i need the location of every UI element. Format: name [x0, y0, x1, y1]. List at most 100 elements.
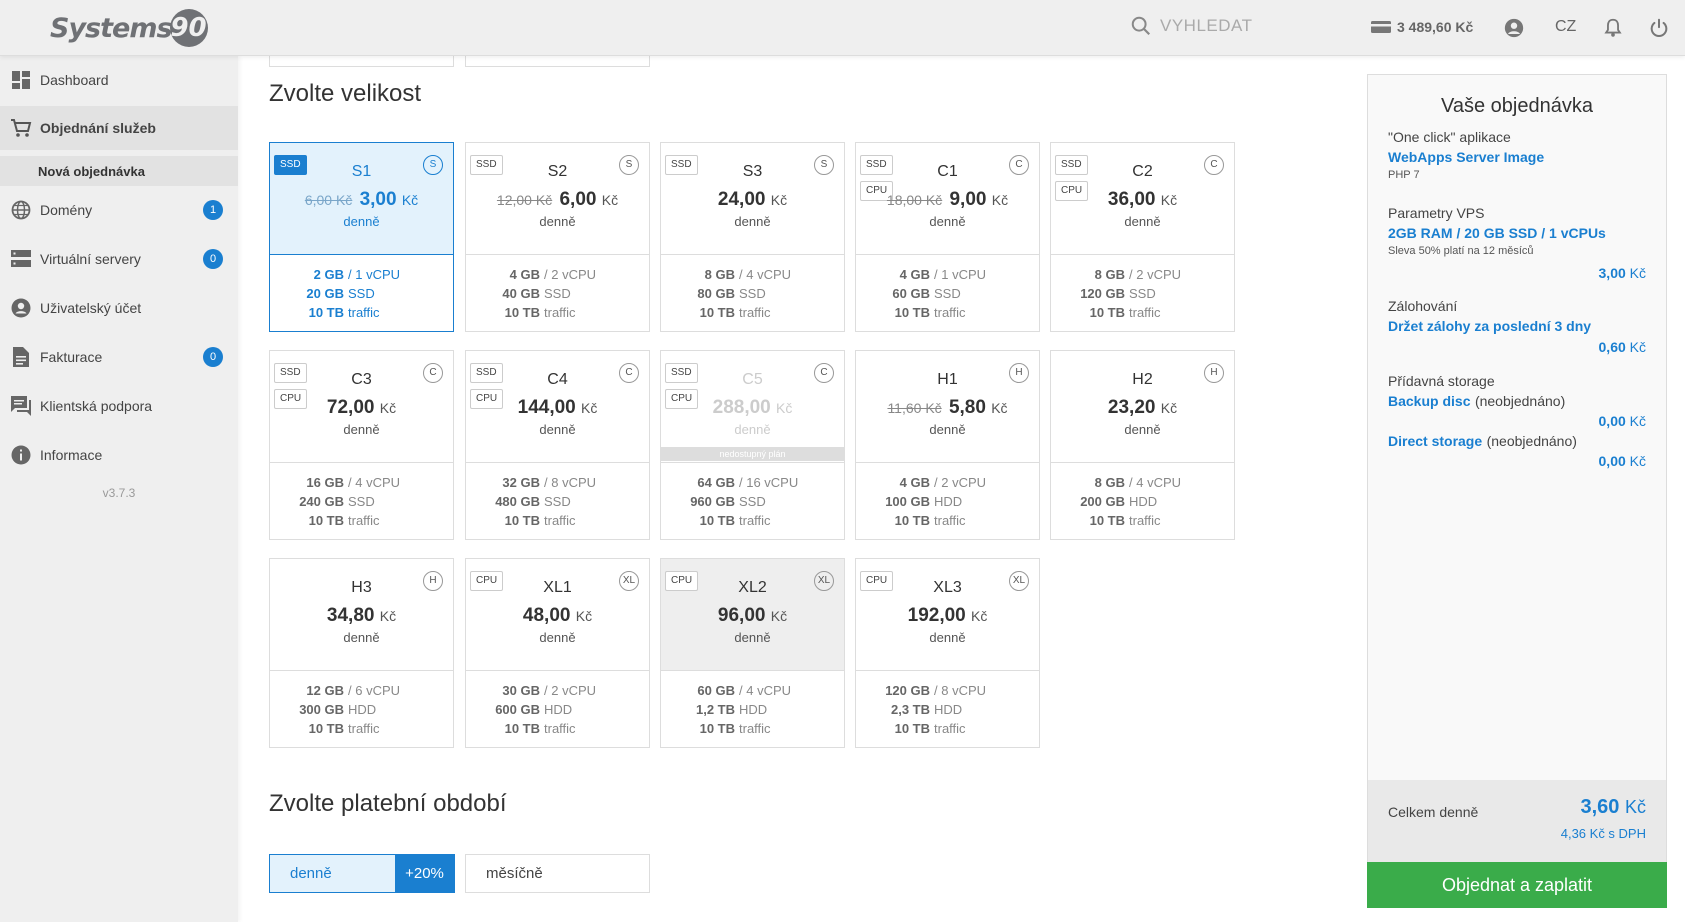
spec-disk-type: HDD: [1129, 494, 1158, 509]
period-monthly-button[interactable]: měsíčně: [465, 854, 650, 893]
plan-price-value: 192,00: [907, 605, 966, 626]
account-icon[interactable]: [1503, 17, 1525, 39]
sidebar-item-info[interactable]: Informace: [0, 433, 238, 477]
plan-price: 18,00 Kč 9,00 Kč: [856, 189, 1039, 211]
backup-disc-link[interactable]: Backup disc: [1388, 393, 1470, 409]
spec-disk: 2,3 TB HDD: [856, 700, 1039, 719]
app-name-link[interactable]: WebApps Server Image: [1388, 149, 1648, 165]
spec-disk-type: SSD: [348, 494, 375, 509]
plan-price: 12,00 Kč 6,00 Kč: [466, 189, 649, 211]
order-app-section: "One click" aplikace WebApps Server Imag…: [1388, 129, 1648, 181]
plan-specs: 8 GB / 4 vCPU 200 GB HDD 10 TB traffic: [1051, 473, 1234, 530]
plan-old-price: 12,00 Kč: [496, 192, 553, 208]
plan-specs: 4 GB / 2 vCPU 40 GB SSD 10 TB traffic: [466, 265, 649, 322]
spec-traffic: 10 TB traffic: [270, 719, 453, 738]
plan-price-value: 9,00: [949, 189, 987, 210]
sidebar-item-label: Klientská podpora: [40, 398, 153, 414]
spec-disk: 960 GB SSD: [661, 492, 844, 511]
sidebar-item-support[interactable]: Klientská podpora: [0, 384, 238, 428]
spec-disk-type: HDD: [934, 702, 963, 717]
plan-currency: Kč: [379, 400, 397, 416]
plan-period: denně: [539, 422, 576, 437]
direct-storage-link[interactable]: Direct storage: [1388, 433, 1482, 449]
plan-card-xl3[interactable]: CPU XL XL3 192,00 Kč denně 120 GB/ 8 vCPU 2,3 …: [855, 558, 1040, 748]
order-and-pay-button[interactable]: Objednat a zaplatit: [1367, 862, 1667, 908]
spec-ram-value: 4 GB: [899, 475, 930, 490]
spec-traffic-unit: traffic: [934, 513, 966, 528]
credit-card-icon: [1371, 21, 1391, 33]
plan-specs: 4 GB / 1 vCPU 60 GB SSD 10 TB traffic: [856, 265, 1039, 322]
logo[interactable]: Systems 90: [50, 9, 208, 47]
power-icon[interactable]: [1648, 17, 1670, 39]
spec-ram: 64 GB / 16 vCPU: [661, 473, 844, 492]
spec-disk-type: HDD: [348, 702, 377, 717]
spec-traffic-unit: traffic: [1129, 305, 1161, 320]
app-label: "One click" aplikace: [1388, 129, 1511, 145]
period-daily-button[interactable]: denně +20%: [269, 854, 455, 893]
backup-price-value: 0,60: [1598, 339, 1626, 355]
plan-name: C1: [937, 163, 958, 180]
spec-disk-value: 80 GB: [697, 286, 735, 301]
spec-vcpu: / 6 vCPU: [348, 683, 401, 698]
plan-card-h2[interactable]: H H2 23,20 Kč denně 8 GB/ 4 vCPU 200 GB HDD 10 …: [1050, 350, 1235, 540]
sidebar-subitem-new-order[interactable]: Nová objednávka: [0, 156, 238, 186]
plan-card-xl2[interactable]: CPU XL XL2 96,00 Kč denně 60 GB/ 4 vCPU 1,2 TB…: [660, 558, 845, 748]
spec-ram: 12 GB / 6 vCPU: [270, 681, 453, 700]
search-box[interactable]: VYHLEDAT: [1130, 15, 1253, 37]
plan-header: CPU XL XL2 96,00 Kč denně: [661, 559, 844, 671]
plan-price: 72,00 Kč: [270, 397, 453, 419]
plan-card-c3[interactable]: SSD CPU C C3 72,00 Kč denně 16 GB/ 4 vCPU 240 G…: [269, 350, 454, 540]
spec-traffic-unit: traffic: [1129, 513, 1161, 528]
plan-name: H3: [351, 579, 372, 596]
period-section-title: Zvolte platební období: [269, 790, 507, 817]
plan-price: 96,00 Kč: [661, 605, 844, 627]
vps-params-link[interactable]: 2GB RAM / 20 GB SSD / 1 vCPUs: [1388, 225, 1648, 241]
plan-card-xl1[interactable]: CPU XL XL1 48,00 Kč denně 30 GB/ 2 vCPU 600 GB…: [465, 558, 650, 748]
bell-icon[interactable]: [1602, 17, 1624, 39]
plan-card-s2[interactable]: SSD S S2 12,00 Kč 6,00 Kč denně 4 GB/ 2 vCPU 4…: [465, 142, 650, 332]
plan-card-s3[interactable]: SSD S S3 24,00 Kč denně 8 GB/ 4 vCPU 80 GB SSD 1…: [660, 142, 845, 332]
plan-price-value: 3,00: [359, 189, 397, 210]
spec-vcpu: / 2 vCPU: [1129, 267, 1182, 282]
spec-traffic-unit: traffic: [348, 721, 380, 736]
plan-card-h3[interactable]: H H3 34,80 Kč denně 12 GB/ 6 vCPU 300 GB HDD 10…: [269, 558, 454, 748]
spec-traffic-unit: traffic: [739, 721, 771, 736]
sidebar-item-order-services[interactable]: Objednání služeb: [0, 106, 238, 150]
plan-card-c1[interactable]: SSD CPU C C1 18,00 Kč 9,00 Kč denně 4 GB/ 1 vC…: [855, 142, 1040, 332]
backup-price: 0,60 Kč: [1599, 339, 1646, 355]
domains-count-badge: 1: [203, 200, 223, 220]
plan-specs: 32 GB / 8 vCPU 480 GB SSD 10 TB traffic: [466, 473, 649, 530]
spec-vcpu: / 16 vCPU: [739, 475, 799, 490]
plan-currency: Kč: [581, 400, 598, 416]
plan-specs: 16 GB / 4 vCPU 240 GB SSD 10 TB traffic: [270, 473, 453, 530]
spec-ram-value: 64 GB: [697, 475, 735, 490]
order-total-box: Celkem denně 3,60 Kč 4,36 Kč s DPH: [1368, 780, 1666, 862]
plan-price-value: 48,00: [522, 605, 571, 626]
plan-card-h1[interactable]: H H1 11,60 Kč 5,80 Kč denně 4 GB/ 2 vCPU 100 …: [855, 350, 1040, 540]
plan-card-c4[interactable]: SSD CPU C C4 144,00 Kč denně 32 GB/ 8 vCPU 480 …: [465, 350, 650, 540]
plan-name: XL1: [543, 579, 572, 596]
spec-traffic: 10 TB traffic: [856, 303, 1039, 322]
spec-disk-value: 120 GB: [1080, 286, 1125, 301]
plan-period: denně: [1124, 422, 1161, 437]
plan-price-value: 5,80: [948, 397, 986, 418]
plan-card-s1[interactable]: SSD S S1 6,00 Kč 3,00 Kč denně 2 GB/ 1 vCPU 20…: [269, 142, 454, 332]
plan-card-c2[interactable]: SSD CPU C C2 36,00 Kč denně 8 GB/ 2 vCPU 120 GB…: [1050, 142, 1235, 332]
plan-header: CPU XL XL3 192,00 Kč denně: [856, 559, 1039, 671]
credit-balance[interactable]: 3 489,60 Kč: [1370, 19, 1473, 35]
plan-currency: Kč: [1160, 192, 1178, 208]
sidebar-item-dashboard[interactable]: Dashboard: [0, 58, 238, 102]
plan-price: 288,00 Kč: [661, 397, 844, 419]
spec-vcpu: / 8 vCPU: [934, 683, 987, 698]
spec-traffic: 10 TB traffic: [661, 719, 844, 738]
direct-storage-status: (neobjednáno): [1486, 433, 1577, 449]
spec-disk: 100 GB HDD: [856, 492, 1039, 511]
sidebar-item-user-account[interactable]: Uživatelský účet: [0, 286, 238, 330]
language-switch[interactable]: CZ: [1555, 18, 1576, 36]
spec-vcpu: / 4 vCPU: [739, 267, 792, 282]
spec-disk-value: 60 GB: [892, 286, 930, 301]
spec-traffic-unit: traffic: [544, 721, 576, 736]
plan-price: 48,00 Kč: [466, 605, 649, 627]
backup-value-link[interactable]: Držet zálohy za poslední 3 dny: [1388, 318, 1648, 334]
spec-ram: 120 GB / 8 vCPU: [856, 681, 1039, 700]
